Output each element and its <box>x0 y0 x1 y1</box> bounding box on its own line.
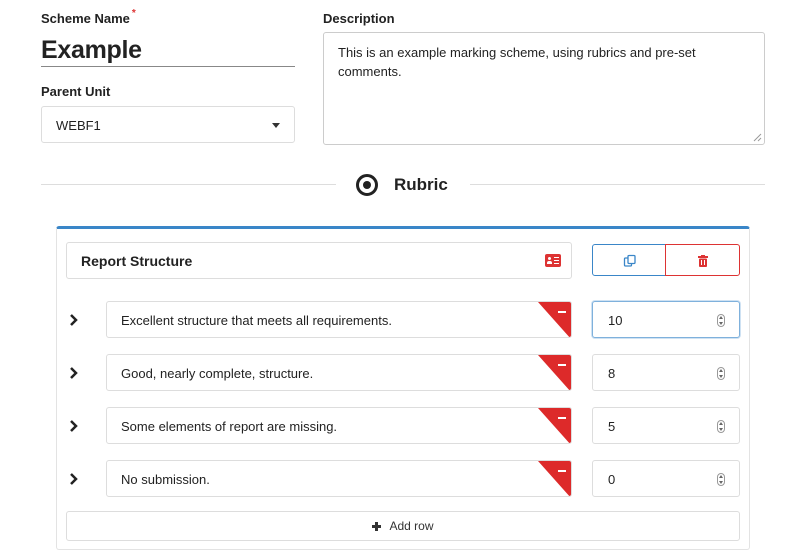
spinner-icon[interactable] <box>717 314 725 327</box>
minus-icon <box>558 417 566 419</box>
description-text: This is an example marking scheme, using… <box>338 45 696 79</box>
description-label: Description <box>323 11 395 26</box>
scheme-name-label-text: Scheme Name <box>41 11 130 26</box>
score-input[interactable]: 5 <box>592 407 740 444</box>
rubric-row-comment[interactable]: Some elements of report are missing. <box>106 407 572 444</box>
rubric-title: Rubric <box>394 175 448 194</box>
trash-icon <box>698 255 708 267</box>
scheme-name-input[interactable]: Example <box>41 34 295 67</box>
rubric-row-comment[interactable]: Excellent structure that meets all requi… <box>106 301 572 338</box>
score-input[interactable]: 10 <box>592 301 740 338</box>
duplicate-criterion-button[interactable] <box>592 244 666 276</box>
chevron-right-icon[interactable] <box>68 313 80 327</box>
rubric-heading: Rubric <box>356 170 448 200</box>
scheme-name-label: Scheme Name * <box>41 8 136 26</box>
rubric-row-text: Good, nearly complete, structure. <box>121 366 314 381</box>
resize-grip-icon[interactable] <box>753 133 762 142</box>
rubric-row-comment[interactable]: Good, nearly complete, structure. <box>106 354 572 391</box>
parent-unit-select[interactable]: WEBF1 <box>41 106 295 143</box>
add-row-label: Add row <box>389 519 434 533</box>
minus-icon <box>558 470 566 472</box>
id-card-icon[interactable] <box>545 254 561 267</box>
score-value: 10 <box>608 313 623 328</box>
minus-icon <box>558 364 566 366</box>
remove-row-corner[interactable] <box>538 408 571 443</box>
spinner-icon[interactable] <box>717 420 725 433</box>
rubric-row-text: Some elements of report are missing. <box>121 419 338 434</box>
required-marker: * <box>131 8 136 19</box>
criterion-name: Report Structure <box>81 253 193 269</box>
caret-down-icon <box>272 123 280 128</box>
divider-right <box>470 184 765 185</box>
plus-icon <box>372 521 382 531</box>
criterion-name-input[interactable]: Report Structure <box>66 242 572 279</box>
parent-unit-value: WEBF1 <box>56 118 101 133</box>
divider-left <box>41 184 336 185</box>
score-input[interactable]: 0 <box>592 460 740 497</box>
minus-icon <box>558 311 566 313</box>
score-value: 0 <box>608 472 616 487</box>
spinner-icon[interactable] <box>717 367 725 380</box>
chevron-right-icon[interactable] <box>68 472 80 486</box>
score-value: 5 <box>608 419 616 434</box>
add-row-button[interactable]: Add row <box>66 511 740 541</box>
remove-row-corner[interactable] <box>538 355 571 390</box>
delete-criterion-button[interactable] <box>665 244 740 276</box>
parent-unit-label: Parent Unit <box>41 84 111 99</box>
remove-row-corner[interactable] <box>538 302 571 337</box>
chevron-right-icon[interactable] <box>68 366 80 380</box>
remove-row-corner[interactable] <box>538 461 571 496</box>
score-value: 8 <box>608 366 616 381</box>
chevron-right-icon[interactable] <box>68 419 80 433</box>
rubric-row-text: Excellent structure that meets all requi… <box>121 313 392 328</box>
spinner-icon[interactable] <box>717 473 725 486</box>
rubric-row-text: No submission. <box>121 472 210 487</box>
dot-circle-icon <box>356 174 378 196</box>
copy-icon <box>623 254 636 267</box>
score-input[interactable]: 8 <box>592 354 740 391</box>
rubric-row-comment[interactable]: No submission. <box>106 460 572 497</box>
description-textarea[interactable]: This is an example marking scheme, using… <box>323 32 765 145</box>
